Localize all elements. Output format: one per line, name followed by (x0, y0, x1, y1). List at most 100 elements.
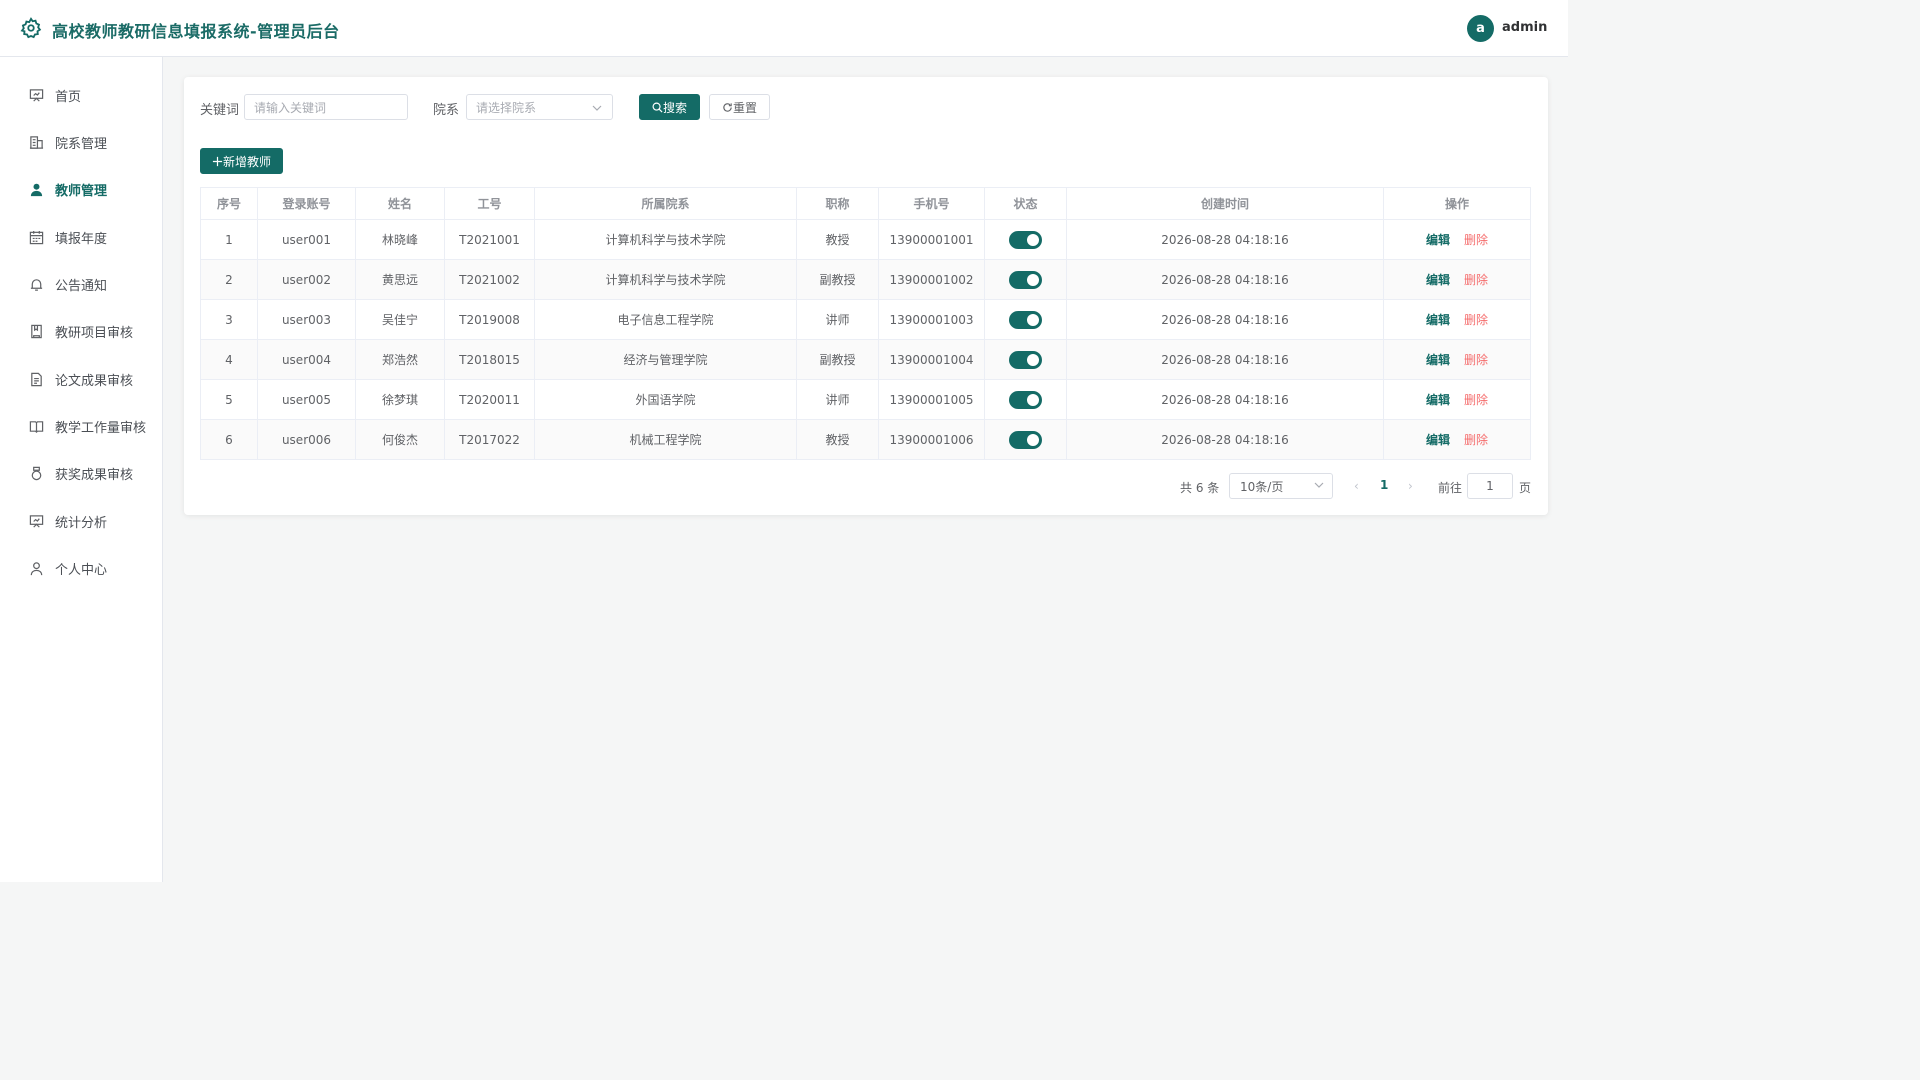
cell-status (984, 340, 1066, 379)
column-header: 所属院系 (534, 188, 796, 219)
next-page-button[interactable]: › (1408, 479, 1413, 493)
cell-account: user005 (257, 380, 355, 419)
sidebar-item-papers[interactable]: 论文成果审核 (0, 359, 162, 399)
username[interactable]: admin (1502, 20, 1547, 35)
chevron-down-icon (1314, 482, 1324, 488)
cell-actions: 编辑 删除 (1383, 260, 1531, 299)
cell-account: user001 (257, 220, 355, 259)
sidebar-item-awards[interactable]: 获奖成果审核 (0, 453, 162, 493)
reset-button[interactable]: 重置 (709, 94, 770, 120)
sidebar-item-label: 首页 (55, 89, 82, 105)
cell-staff-id: T2017022 (444, 420, 534, 459)
sidebar-item-notices[interactable]: 公告通知 (0, 264, 162, 304)
cell-name: 吴佳宁 (355, 300, 444, 339)
keyword-input[interactable]: 请输入关键词 (244, 94, 408, 120)
department-select[interactable]: 请选择院系 (466, 94, 613, 120)
bell-icon (28, 276, 44, 292)
sidebar-item-years[interactable]: 填报年度 (0, 217, 162, 257)
cell-title: 教授 (796, 420, 878, 459)
medal-icon (28, 465, 44, 481)
sidebar-item-label: 论文成果审核 (55, 373, 134, 389)
document-icon (28, 371, 44, 387)
status-toggle[interactable] (1009, 350, 1042, 369)
edit-button[interactable]: 编辑 (1426, 431, 1450, 448)
edit-button[interactable]: 编辑 (1426, 311, 1450, 328)
cell-title: 副教授 (796, 340, 878, 379)
sidebar-item-departments[interactable]: 院系管理 (0, 122, 162, 162)
cell-title: 副教授 (796, 260, 878, 299)
user-outline-icon (28, 560, 44, 576)
delete-button[interactable]: 删除 (1464, 351, 1488, 368)
table-header-row: 序号 登录账号 姓名 工号 所属院系 职称 手机号 状态 创建时间 操作 (200, 188, 1531, 220)
sidebar-item-label: 获奖成果审核 (55, 467, 134, 483)
cell-dept: 电子信息工程学院 (534, 300, 796, 339)
delete-button[interactable]: 删除 (1464, 391, 1488, 408)
cell-account: user004 (257, 340, 355, 379)
cell-staff-id: T2021001 (444, 220, 534, 259)
delete-button[interactable]: 删除 (1464, 311, 1488, 328)
user-icon (28, 181, 44, 197)
edit-button[interactable]: 编辑 (1426, 231, 1450, 248)
cell-created: 2026-08-28 04:18:16 (1066, 420, 1383, 459)
status-toggle[interactable] (1009, 270, 1042, 289)
building-icon (28, 134, 44, 150)
edit-button[interactable]: 编辑 (1426, 351, 1450, 368)
avatar[interactable]: a (1467, 15, 1494, 42)
edit-button[interactable]: 编辑 (1426, 391, 1450, 408)
cell-actions: 编辑 删除 (1383, 300, 1531, 339)
cell-account: user006 (257, 420, 355, 459)
search-button[interactable]: 搜索 (639, 94, 700, 120)
gear-icon (20, 17, 42, 39)
keyword-label: 关键词 (200, 103, 240, 118)
teacher-management-card: 关键词 请输入关键词 院系 请选择院系 搜索 重置 新增教师 序号 登录账号 姓… (184, 77, 1548, 515)
sidebar-item-statistics[interactable]: 统计分析 (0, 501, 162, 541)
search-icon (652, 102, 663, 113)
cell-staff-id: T2020011 (444, 380, 534, 419)
delete-button[interactable]: 删除 (1464, 231, 1488, 248)
table-row: 3 user003 吴佳宁 T2019008 电子信息工程学院 讲师 13900001003… (200, 300, 1531, 340)
cell-title: 教授 (796, 220, 878, 259)
prev-page-button[interactable]: ‹ (1354, 479, 1359, 493)
status-toggle[interactable] (1009, 230, 1042, 249)
current-page-number[interactable]: 1 (1380, 478, 1388, 492)
sidebar-item-home[interactable]: 首页 (0, 75, 162, 115)
column-header: 工号 (444, 188, 534, 219)
cell-created: 2026-08-28 04:18:16 (1066, 340, 1383, 379)
delete-button[interactable]: 删除 (1464, 431, 1488, 448)
cell-no: 3 (200, 300, 257, 339)
presentation-icon (28, 513, 44, 529)
delete-button[interactable]: 删除 (1464, 271, 1488, 288)
table-row: 5 user005 徐梦琪 T2020011 外国语学院 讲师 13900001005 202… (200, 380, 1531, 420)
sidebar-item-label: 统计分析 (55, 515, 108, 531)
department-label: 院系 (433, 103, 460, 118)
cell-actions: 编辑 删除 (1383, 220, 1531, 259)
cell-no: 2 (200, 260, 257, 299)
cell-dept: 计算机科学与技术学院 (534, 260, 796, 299)
sidebar-item-projects[interactable]: 教研项目审核 (0, 311, 162, 351)
sidebar-item-label: 个人中心 (55, 562, 108, 578)
page-size-select[interactable]: 10条/页 (1229, 473, 1333, 499)
table-body: 1 user001 林晓峰 T2021001 计算机科学与技术学院 教授 139000010… (200, 220, 1531, 460)
edit-button[interactable]: 编辑 (1426, 271, 1450, 288)
add-teacher-button[interactable]: 新增教师 (200, 148, 283, 174)
sidebar-item-teachers[interactable]: 教师管理 (0, 169, 162, 209)
cell-name: 徐梦琪 (355, 380, 444, 419)
sidebar-item-profile[interactable]: 个人中心 (0, 548, 162, 588)
status-toggle[interactable] (1009, 390, 1042, 409)
cell-title: 讲师 (796, 300, 878, 339)
cell-created: 2026-08-28 04:18:16 (1066, 220, 1383, 259)
cell-phone: 13900001001 (878, 220, 984, 259)
goto-page-input[interactable]: 1 (1467, 473, 1513, 499)
cell-name: 林晓峰 (355, 220, 444, 259)
cell-phone: 13900001003 (878, 300, 984, 339)
cell-created: 2026-08-28 04:18:16 (1066, 380, 1383, 419)
status-toggle[interactable] (1009, 310, 1042, 329)
cell-no: 1 (200, 220, 257, 259)
sidebar-item-label: 教研项目审核 (55, 325, 134, 341)
status-toggle[interactable] (1009, 430, 1042, 449)
column-header: 序号 (200, 188, 257, 219)
notebook-icon (28, 323, 44, 339)
sidebar-item-workload[interactable]: 教学工作量审核 (0, 406, 162, 446)
top-header: 高校教师教研信息填报系统-管理员后台 a admin (0, 0, 1568, 57)
sidebar-item-label: 教师管理 (55, 183, 108, 199)
